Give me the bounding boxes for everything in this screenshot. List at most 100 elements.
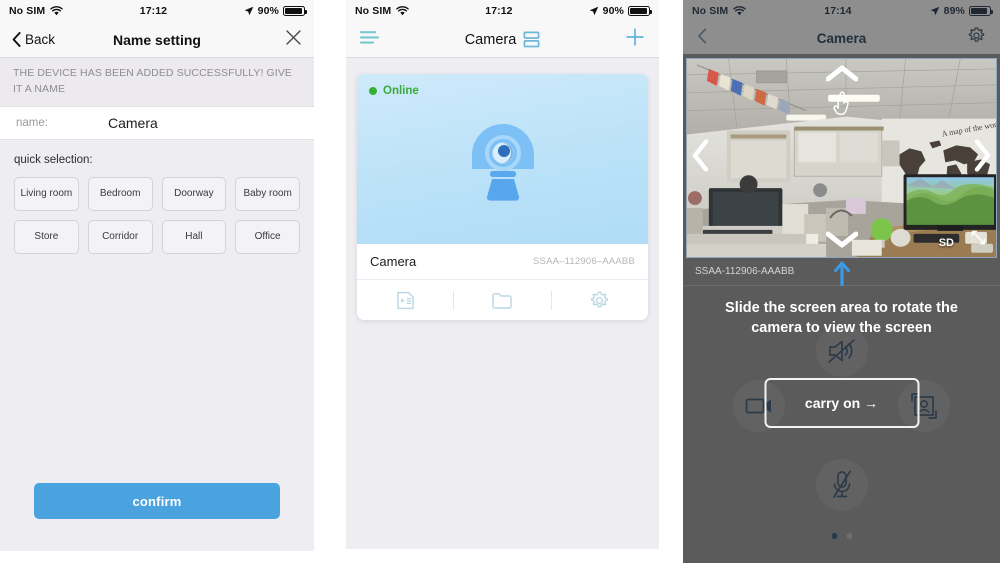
clock: 17:14	[824, 5, 852, 17]
success-hint: THE DEVICE HAS BEEN ADDED SUCCESSFULLY! …	[0, 58, 314, 106]
status-label: Online	[383, 85, 419, 97]
camera-preview[interactable]: Online	[357, 74, 648, 244]
pan-left-button[interactable]	[692, 139, 709, 177]
name-label: name:	[16, 116, 48, 129]
pointer-arrow-group	[833, 260, 850, 289]
microphone-toggle-button[interactable]	[815, 459, 868, 511]
confirm-button-wrap: confirm	[0, 483, 314, 519]
phone-panel-live-view: No SIM 17:14 89% Camera A map of the wor…	[683, 0, 1000, 563]
quick-selection-section: quick selection: Living room Bedroom Doo…	[0, 140, 314, 254]
playback-list-icon	[396, 291, 414, 309]
back-button[interactable]: Back	[12, 32, 55, 47]
add-device-button[interactable]	[625, 27, 645, 52]
live-video-view[interactable]: A map of the world SD	[686, 58, 997, 258]
battery-percent: 90%	[602, 5, 624, 17]
screenshot-stage: No SIM 17:12 90% Back Name setting THE D…	[0, 0, 1000, 563]
status-bar: No SIM 17:12 90%	[0, 0, 314, 22]
gear-icon	[591, 291, 609, 307]
settings-button[interactable]	[552, 290, 648, 311]
camera-card-header: Camera SSAA–112906–AAABB	[357, 244, 648, 280]
clock: 17:12	[139, 5, 168, 17]
arrow-up-icon	[833, 261, 850, 287]
dome-camera-icon	[471, 124, 534, 201]
chip-corridor[interactable]: Corridor	[87, 219, 153, 254]
confirm-button[interactable]: confirm	[34, 483, 280, 519]
navigation-bar: Camera	[346, 22, 659, 58]
status-bar: No SIM 17:12 90%	[346, 0, 659, 22]
folder-icon	[492, 292, 513, 309]
fullscreen-button[interactable]	[970, 229, 987, 251]
gear-icon	[968, 27, 985, 42]
wifi-icon	[50, 6, 63, 16]
carrier-label: No SIM	[9, 5, 46, 17]
battery-icon	[628, 6, 652, 16]
quality-badge[interactable]: SD	[939, 237, 954, 249]
chevron-down-icon	[825, 231, 858, 248]
pan-right-button[interactable]	[974, 139, 991, 177]
page-dot-1[interactable]	[831, 533, 837, 539]
close-button[interactable]	[285, 29, 302, 51]
wifi-icon	[396, 6, 409, 16]
location-arrow-icon	[244, 6, 253, 16]
back-label: Back	[25, 32, 56, 47]
status-bar: No SIM 17:14 89%	[683, 0, 1000, 22]
playback-button[interactable]	[357, 290, 453, 311]
status-badge: Online	[369, 85, 419, 97]
carry-on-button[interactable]: carry on →	[764, 378, 919, 428]
page-dot-2[interactable]	[846, 533, 852, 539]
quick-selection-title: quick selection:	[14, 153, 93, 166]
battery-percent: 89%	[943, 5, 965, 17]
device-serial: SSAA-112906-AAABB	[695, 266, 795, 277]
chip-hall[interactable]: Hall	[161, 219, 227, 254]
battery-icon	[969, 6, 993, 16]
list-layout-toggle-icon[interactable]	[523, 31, 540, 48]
chip-office[interactable]: Office	[235, 219, 300, 254]
camera-card-actions	[357, 280, 648, 320]
chevron-left-icon	[692, 139, 709, 172]
carrier-label: No SIM	[355, 5, 392, 17]
device-serial: SSAA–112906–AAABB	[533, 256, 635, 267]
device-serial-row: SSAA-112906-AAABB	[683, 258, 1000, 289]
page-title: Camera	[464, 31, 517, 48]
chip-bedroom[interactable]: Bedroom	[87, 176, 153, 211]
chip-doorway[interactable]: Doorway	[161, 176, 227, 211]
battery-icon	[283, 6, 307, 16]
navigation-bar: Back Name setting	[0, 22, 314, 58]
chevron-right-icon	[974, 139, 991, 172]
page-indicator	[831, 533, 852, 539]
name-input-value[interactable]: Camera	[108, 115, 158, 131]
plus-icon	[626, 28, 644, 46]
video-scene: A map of the world	[687, 59, 996, 257]
page-title: Camera	[816, 30, 867, 46]
device-name: Camera	[370, 254, 417, 269]
battery-percent: 90%	[257, 5, 279, 17]
quick-selection-grid: Living room Bedroom Doorway Baby room St…	[14, 176, 300, 254]
fullscreen-expand-icon	[971, 230, 986, 245]
phone-panel-camera-list: No SIM 17:12 90% Camera Online Camera SS…	[346, 0, 659, 549]
camera-card[interactable]: Online Camera SSAA–112906–AAABB	[357, 74, 648, 320]
status-dot-icon	[369, 87, 377, 95]
close-icon	[286, 29, 301, 45]
chip-living-room[interactable]: Living room	[14, 176, 79, 211]
navigation-bar: Camera	[683, 22, 1000, 54]
location-arrow-icon	[589, 6, 598, 16]
back-button[interactable]	[697, 28, 707, 49]
files-button[interactable]	[454, 291, 550, 310]
chevron-left-icon	[12, 32, 21, 47]
pan-down-button[interactable]	[825, 231, 858, 253]
chip-baby-room[interactable]: Baby room	[235, 176, 300, 211]
settings-button[interactable]	[967, 26, 986, 50]
chevron-left-icon	[698, 28, 706, 43]
hamburger-menu-icon	[359, 30, 380, 44]
menu-button[interactable]	[359, 30, 380, 50]
wifi-icon	[733, 6, 746, 16]
title-group: Camera	[346, 31, 659, 48]
chip-store[interactable]: Store	[14, 219, 79, 254]
speaker-muted-icon	[827, 339, 855, 363]
phone-panel-name-setting: No SIM 17:12 90% Back Name setting THE D…	[0, 0, 314, 551]
clock: 17:12	[485, 5, 513, 17]
speaker-toggle-button[interactable]	[815, 325, 868, 377]
carrier-label: No SIM	[692, 5, 729, 17]
pan-up-button[interactable]	[825, 65, 858, 87]
name-field-row[interactable]: name: Camera	[0, 105, 314, 140]
